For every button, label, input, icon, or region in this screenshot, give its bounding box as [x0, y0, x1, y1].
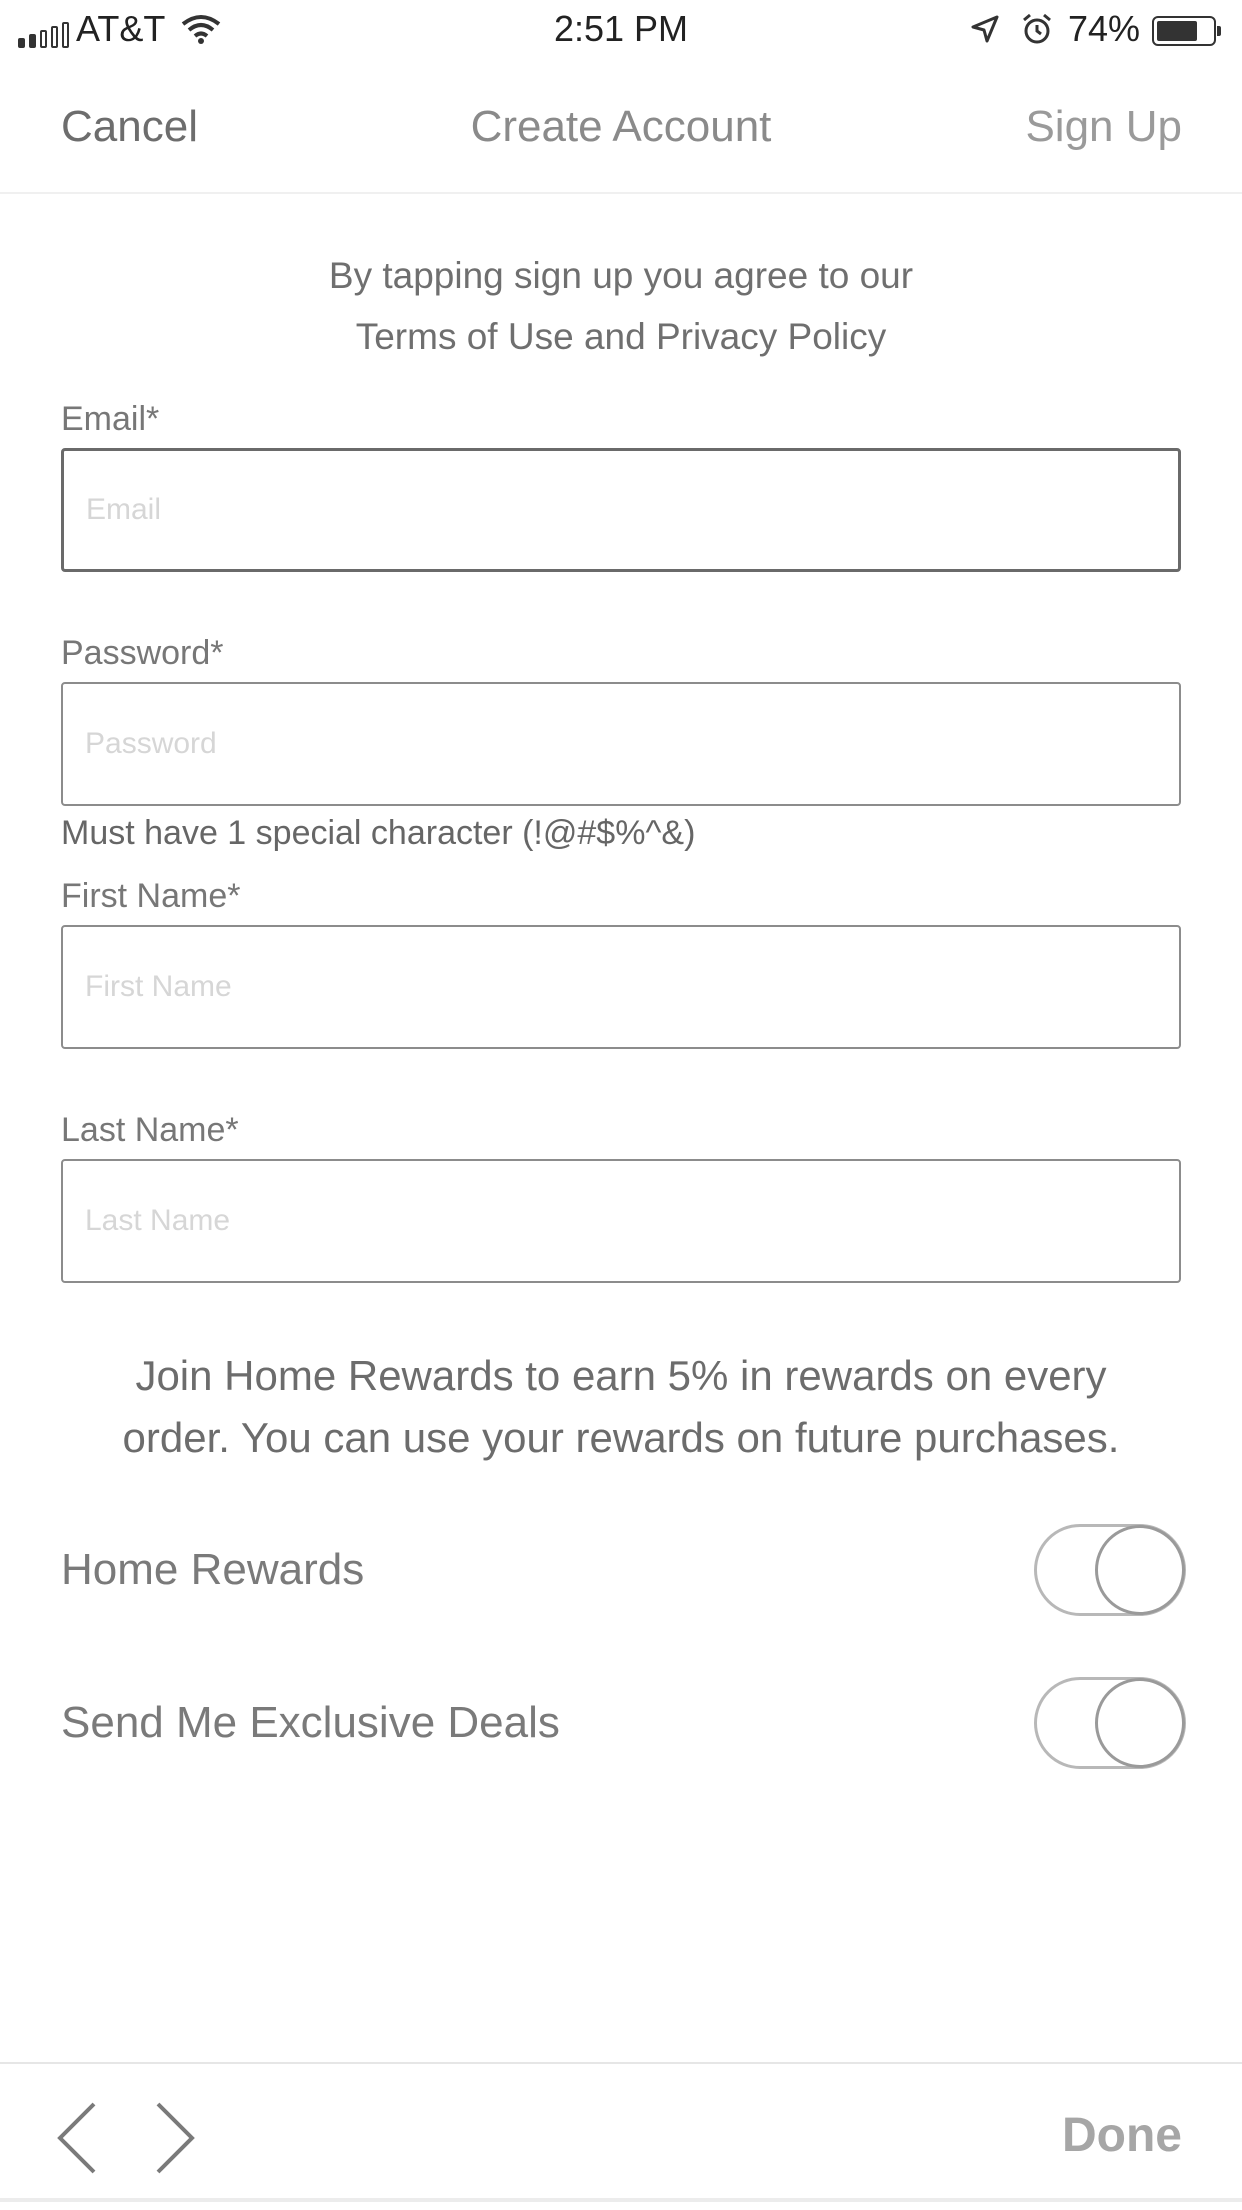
- keyboard-accessory-bar: Done: [0, 2062, 1242, 2210]
- home-rewards-label: Home Rewards: [61, 1545, 365, 1594]
- email-label: Email*: [61, 400, 160, 438]
- password-hint: Must have 1 special character (!@#$%^&): [61, 814, 696, 852]
- navigation-bar: Cancel Create Account Sign Up: [0, 60, 1242, 194]
- home-rewards-toggle[interactable]: [1034, 1524, 1186, 1616]
- chevron-left-icon[interactable]: [52, 2100, 102, 2176]
- password-label: Password*: [61, 634, 224, 672]
- first-name-field[interactable]: [63, 927, 1179, 1047]
- first-name-field-container: [61, 925, 1181, 1049]
- toggle-knob: [1095, 1678, 1185, 1768]
- last-name-label: Last Name*: [61, 1111, 239, 1149]
- clock-time: 2:51 PM: [553, 8, 689, 49]
- promo-line-1: Join Home Rewards to earn 5% in rewards …: [135, 1352, 1107, 1399]
- divider: [0, 2198, 1242, 2202]
- agreement-line-1: By tapping sign up you agree to our: [328, 255, 914, 296]
- alarm-clock-icon: [1023, 13, 1051, 44]
- exclusive-deals-label: Send Me Exclusive Deals: [61, 1698, 560, 1747]
- chevron-right-icon[interactable]: [150, 2100, 200, 2176]
- battery-percentage: 74%: [1068, 8, 1141, 49]
- toggle-knob: [1095, 1525, 1185, 1615]
- terms-privacy-link[interactable]: Terms of Use and Privacy Policy: [0, 306, 1242, 367]
- location-arrow-icon: [971, 15, 999, 43]
- terms-agreement-text: By tapping sign up you agree to our Term…: [0, 245, 1242, 367]
- first-name-label: First Name*: [61, 877, 241, 915]
- password-field-container: [61, 682, 1181, 806]
- last-name-field[interactable]: [63, 1161, 1179, 1281]
- last-name-field-container: [61, 1159, 1181, 1283]
- promo-line-2: order. You can use your rewards on futur…: [122, 1414, 1120, 1461]
- status-bar: AT&T 2:51 PM 74%: [0, 0, 1242, 60]
- sign-up-button[interactable]: Sign Up: [1025, 102, 1182, 152]
- rewards-promo-text: Join Home Rewards to earn 5% in rewards …: [40, 1345, 1202, 1469]
- email-field[interactable]: [64, 451, 1178, 569]
- done-button[interactable]: Done: [1062, 2108, 1182, 2163]
- battery-icon: [1152, 16, 1221, 46]
- password-field[interactable]: [63, 684, 1179, 804]
- exclusive-deals-toggle[interactable]: [1034, 1677, 1186, 1769]
- email-field-container: [61, 448, 1181, 572]
